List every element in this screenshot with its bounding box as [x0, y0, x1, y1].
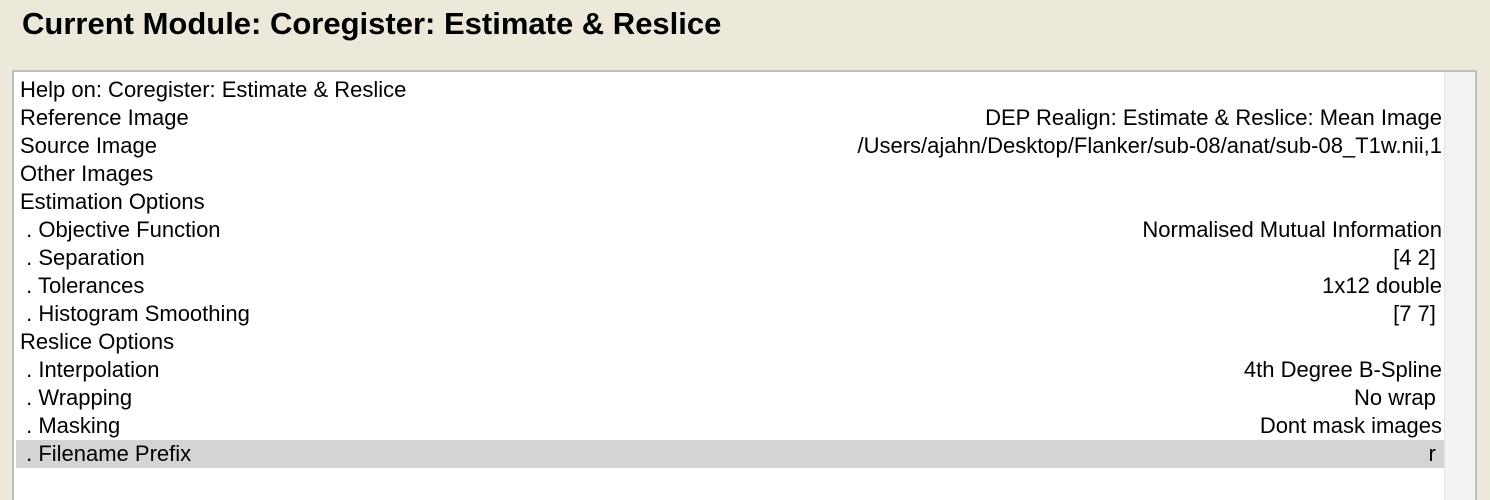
item-label: . Filename Prefix: [20, 441, 192, 466]
list-item[interactable]: . Separation [4 2]: [16, 244, 1446, 272]
item-label: . Masking: [20, 413, 121, 438]
list-item[interactable]: . Tolerances 1x12 double: [16, 272, 1446, 300]
item-value: Normalised Mutual Information: [1142, 217, 1442, 242]
item-value: [7 7]: [1393, 301, 1442, 326]
list-item[interactable]: . Masking Dont mask images: [16, 412, 1446, 440]
item-value: Dont mask images: [1259, 413, 1442, 438]
current-module-title: Current Module: Coregister: Estimate & R…: [22, 6, 722, 41]
list-item[interactable]: Source Image/Users/ajahn/Desktop/Flanker…: [16, 132, 1446, 160]
item-label: Other Images: [20, 161, 154, 186]
list-item[interactable]: Other Images: [16, 160, 1446, 188]
item-value: 1x12 double: [1322, 273, 1442, 298]
item-value: 4th Degree B-Spline: [1243, 357, 1442, 382]
list-item[interactable]: . Objective Function Normalised Mutual In…: [16, 216, 1446, 244]
item-label: Reslice Options: [20, 329, 175, 354]
item-value: No wrap: [1353, 385, 1442, 410]
item-label: . Objective Function: [20, 217, 221, 242]
list-item[interactable]: Reslice Options: [16, 328, 1446, 356]
item-value: DEP Realign: Estimate & Reslice: Mean Im…: [985, 105, 1442, 130]
item-label: Source Image: [20, 133, 157, 158]
item-label: . Tolerances: [20, 273, 145, 298]
item-value: /Users/ajahn/Desktop/Flanker/sub-08/anat…: [857, 133, 1442, 158]
list-item[interactable]: Reference Image DEP Realign: Estimate & R…: [16, 104, 1446, 132]
list-item[interactable]: . Interpolation 4th Degree B-Spline: [16, 356, 1446, 384]
options-list: Help on: Coregister: Estimate & Reslice R…: [16, 76, 1446, 468]
item-label: . Interpolation: [20, 357, 160, 382]
module-options-list[interactable]: Help on: Coregister: Estimate & Reslice R…: [12, 70, 1477, 500]
item-label: Estimation Options: [20, 189, 205, 214]
item-label: Help on: Coregister: Estimate & Reslice: [20, 77, 407, 102]
item-label: Reference Image: [20, 105, 189, 130]
item-value: [4 2]: [1393, 245, 1442, 270]
scrollbar[interactable]: [1444, 72, 1475, 500]
item-label: . Wrapping: [20, 385, 133, 410]
list-item[interactable]: Estimation Options: [16, 188, 1446, 216]
item-label: . Histogram Smoothing: [20, 301, 250, 326]
list-item[interactable]: . Filename Prefix r: [16, 440, 1446, 468]
item-value: r: [1428, 441, 1442, 466]
list-item[interactable]: Help on: Coregister: Estimate & Reslice: [16, 76, 1446, 104]
list-item[interactable]: . Wrapping No wrap: [16, 384, 1446, 412]
item-label: . Separation: [20, 245, 145, 270]
list-item[interactable]: . Histogram Smoothing [7 7]: [16, 300, 1446, 328]
